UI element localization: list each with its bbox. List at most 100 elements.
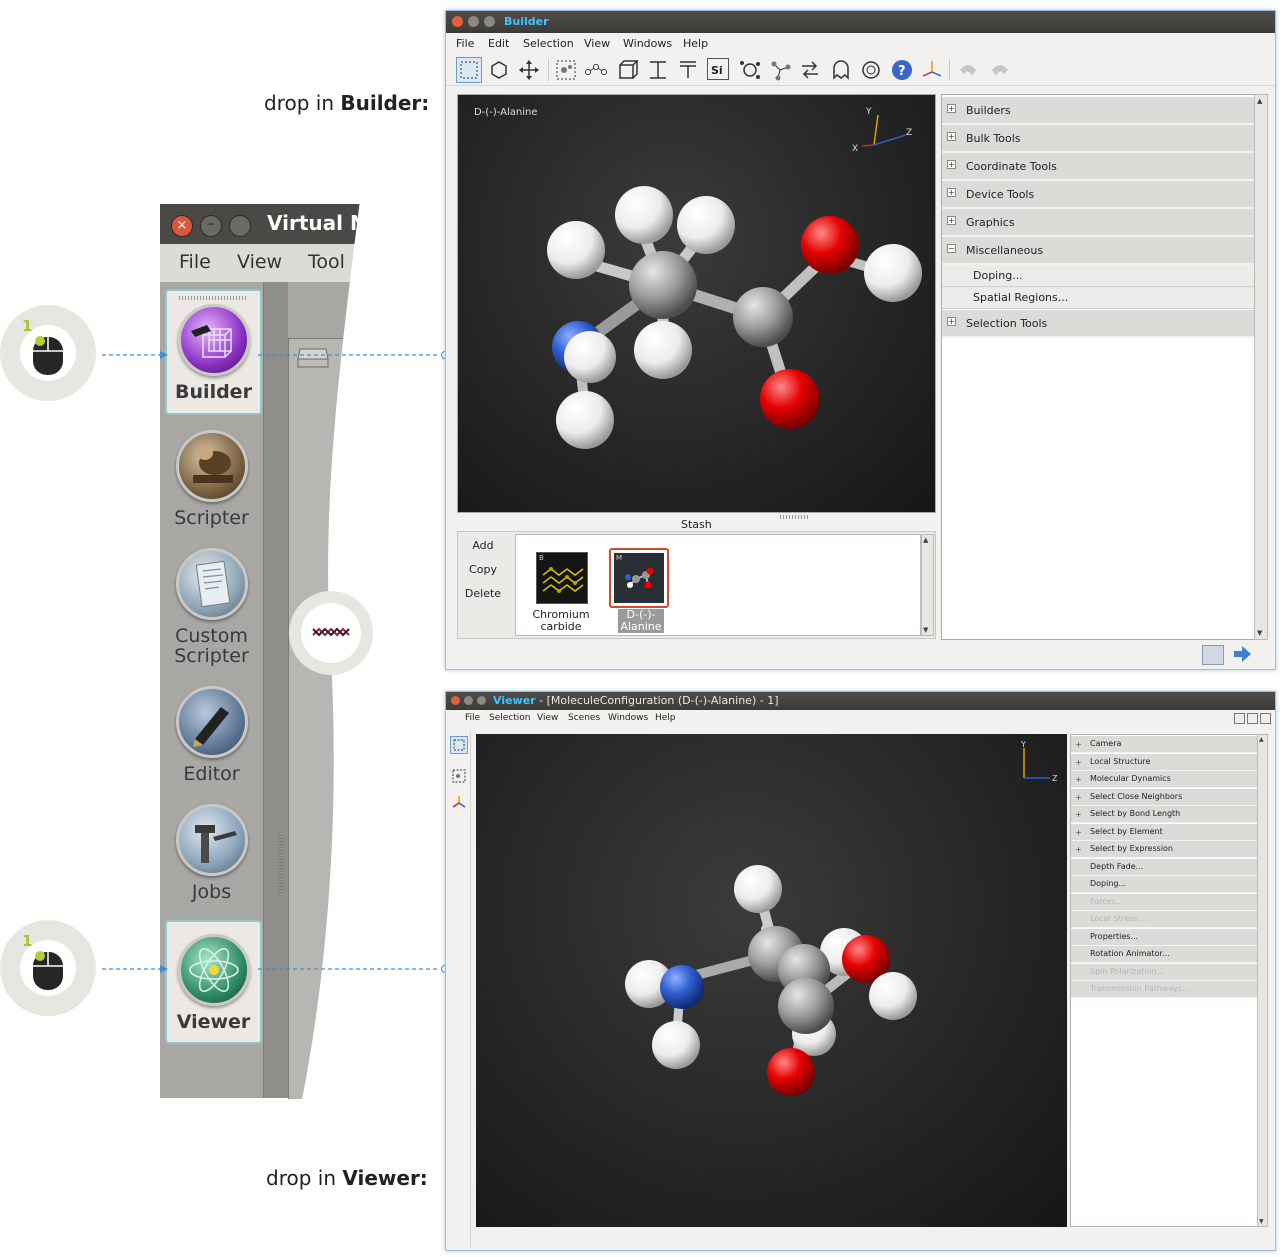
viewer-menubar: File Selection View Scenes Windows Help [446, 710, 1275, 728]
stash-caption-chromium-carbide: Chromium carbide [532, 608, 590, 633]
menu-view[interactable]: View [584, 37, 610, 50]
coordinate-axes-icon[interactable] [451, 794, 467, 814]
menu-file[interactable]: File [465, 713, 480, 723]
stash-thumb-alanine-selected[interactable]: M [609, 548, 669, 608]
stash-thumb-chromium-carbide[interactable]: B [536, 552, 588, 604]
viewer-window: Viewer - [MoleculeConfiguration (D-(-)-A… [445, 691, 1276, 1251]
builder-toolbar: Si ? [446, 55, 1275, 86]
panel-item-transmission-pathways: Transmission Pathways... [1071, 981, 1257, 998]
maximize-icon[interactable] [484, 16, 495, 27]
stash-delete-button[interactable]: Delete [458, 587, 508, 600]
stash-copy-button[interactable]: Copy [458, 563, 508, 576]
undo-icon[interactable] [956, 58, 980, 82]
drop-in-builder-label: drop in Builder: [264, 91, 430, 115]
panel-item-doping[interactable]: Doping... [942, 265, 1254, 287]
send-to-arrow-icon[interactable] [1232, 644, 1252, 668]
panel-category-select-by-element[interactable]: + Select by Element [1071, 823, 1257, 841]
panel-item-spatial-regions[interactable]: Spatial Regions... [942, 287, 1254, 309]
menu-windows[interactable]: Windows [623, 37, 672, 50]
maximize-icon[interactable] [477, 696, 486, 705]
stash-list: B Chromium carbide M D-(-)- Alanine [515, 534, 921, 636]
select-molecule-icon[interactable] [554, 58, 578, 82]
builder-window: Builder File Edit Selection View Windows… [445, 10, 1276, 670]
ghost-icon[interactable] [829, 58, 853, 82]
silicon-element-icon[interactable]: Si [707, 58, 729, 80]
panel-item-rotation-animator[interactable]: Rotation Animator... [1071, 946, 1257, 963]
move-icon[interactable] [517, 58, 541, 82]
mdi-window-controls [1234, 713, 1271, 724]
redo-icon[interactable] [988, 58, 1012, 82]
panel-item-spin-polarization: Spin Polarization... [1071, 963, 1257, 981]
stash-add-button[interactable]: Add [458, 539, 508, 552]
nanotube-icon[interactable] [859, 58, 883, 82]
menu-scenes[interactable]: Scenes [568, 713, 600, 723]
menu-help[interactable]: Help [683, 37, 708, 50]
panel-category-miscellaneous[interactable]: − Miscellaneous [942, 237, 1254, 265]
menu-view[interactable]: View [537, 713, 558, 723]
menu-help[interactable]: Help [655, 713, 676, 723]
panel-category-selection-tools[interactable]: + Selection Tools [942, 310, 1254, 338]
menu-selection[interactable]: Selection [489, 713, 530, 723]
menu-selection[interactable]: Selection [523, 37, 574, 50]
panel-category-local-structure[interactable]: + Local Structure [1071, 753, 1257, 771]
mdi-minimize-icon[interactable] [1234, 713, 1245, 724]
close-icon[interactable] [451, 696, 460, 705]
viewer-tool-panel: + Camera + Local Structure + Molecular Dyna… [1070, 734, 1258, 1227]
select-molecule-icon[interactable] [451, 768, 467, 788]
panel-category-camera[interactable]: + Camera [1071, 736, 1257, 753]
svg-text:Si: Si [711, 64, 723, 77]
minimize-icon[interactable] [464, 696, 473, 705]
coordinate-axes-icon[interactable] [920, 58, 944, 82]
panel-scrollbar[interactable]: ▲ ▼ [1257, 734, 1268, 1227]
panel-item-forces: Forces... [1071, 893, 1257, 911]
rotate-icon[interactable] [487, 58, 511, 82]
minimize-icon[interactable] [468, 16, 479, 27]
stash-panel: Add Copy Delete B Chromium carbide M D-(-… [457, 531, 936, 639]
bonds-icon[interactable] [584, 58, 608, 82]
stash-splitter[interactable] [780, 515, 810, 519]
transfer-icon[interactable] [798, 58, 822, 82]
panel-category-builders[interactable]: + Builders [942, 97, 1254, 125]
panel-scrollbar[interactable]: ▲ ▼ [1254, 94, 1268, 640]
panel-category-bulk-tools[interactable]: + Bulk Tools [942, 125, 1254, 153]
align-icon[interactable] [646, 58, 670, 82]
help-icon[interactable]: ? [890, 58, 914, 82]
builder-title: Builder [504, 15, 549, 28]
viewer-title: Viewer - [MoleculeConfiguration (D-(-)-A… [493, 694, 779, 707]
select-rectangle-icon[interactable] [450, 736, 468, 754]
viewer-titlebar: Viewer - [MoleculeConfiguration (D-(-)-A… [446, 692, 1275, 710]
panel-item-doping[interactable]: Doping... [1071, 876, 1257, 893]
panel-category-select-close-neighbors[interactable]: + Select Close Neighbors [1071, 788, 1257, 806]
svg-text:?: ? [898, 64, 906, 79]
mdi-close-icon[interactable] [1260, 713, 1271, 724]
panel-category-select-by-expression[interactable]: + Select by Expression [1071, 841, 1257, 858]
panel-category-coordinate-tools[interactable]: + Coordinate Tools [942, 153, 1254, 181]
stash-scrollbar[interactable]: ▲ ▼ [921, 534, 934, 636]
panel-item-properties[interactable]: Properties... [1071, 928, 1257, 946]
panel-category-device-tools[interactable]: + Device Tools [942, 181, 1254, 209]
drop-in-viewer-label: drop in Viewer: [266, 1166, 428, 1190]
cluster-icon[interactable] [738, 58, 762, 82]
close-icon[interactable] [452, 16, 463, 27]
stash-title: Stash [681, 518, 712, 531]
menu-edit[interactable]: Edit [488, 37, 509, 50]
vacuum-icon[interactable] [676, 58, 700, 82]
panel-category-select-by-bond-length[interactable]: + Select by Bond Length [1071, 806, 1257, 823]
stash-caption-alanine: D-(-)- Alanine [618, 609, 664, 633]
builder-3d-viewport[interactable]: D-(-)-Alanine Y Z X [457, 94, 936, 513]
menu-file[interactable]: File [456, 37, 474, 50]
viewer-side-toolbar [448, 732, 471, 1247]
molecule-ball-and-stick [625, 865, 917, 1096]
molecule-icon[interactable] [768, 58, 792, 82]
panel-category-graphics[interactable]: + Graphics [942, 209, 1254, 237]
viewer-3d-viewport[interactable]: Y Z [476, 734, 1067, 1227]
mdi-restore-icon[interactable] [1247, 713, 1258, 724]
select-rectangle-icon[interactable] [456, 57, 482, 83]
cell-icon[interactable] [615, 58, 639, 82]
menu-windows[interactable]: Windows [608, 713, 648, 723]
panel-category-molecular-dynamics[interactable]: + Molecular Dynamics [1071, 771, 1257, 788]
molecule-ball-and-stick [547, 186, 922, 449]
builder-tool-panel: + Builders + Bulk Tools + Coordinate Tools … [941, 94, 1255, 640]
send-to-editor-icon[interactable] [1202, 645, 1224, 665]
panel-item-depth-fade[interactable]: Depth Fade... [1071, 858, 1257, 876]
